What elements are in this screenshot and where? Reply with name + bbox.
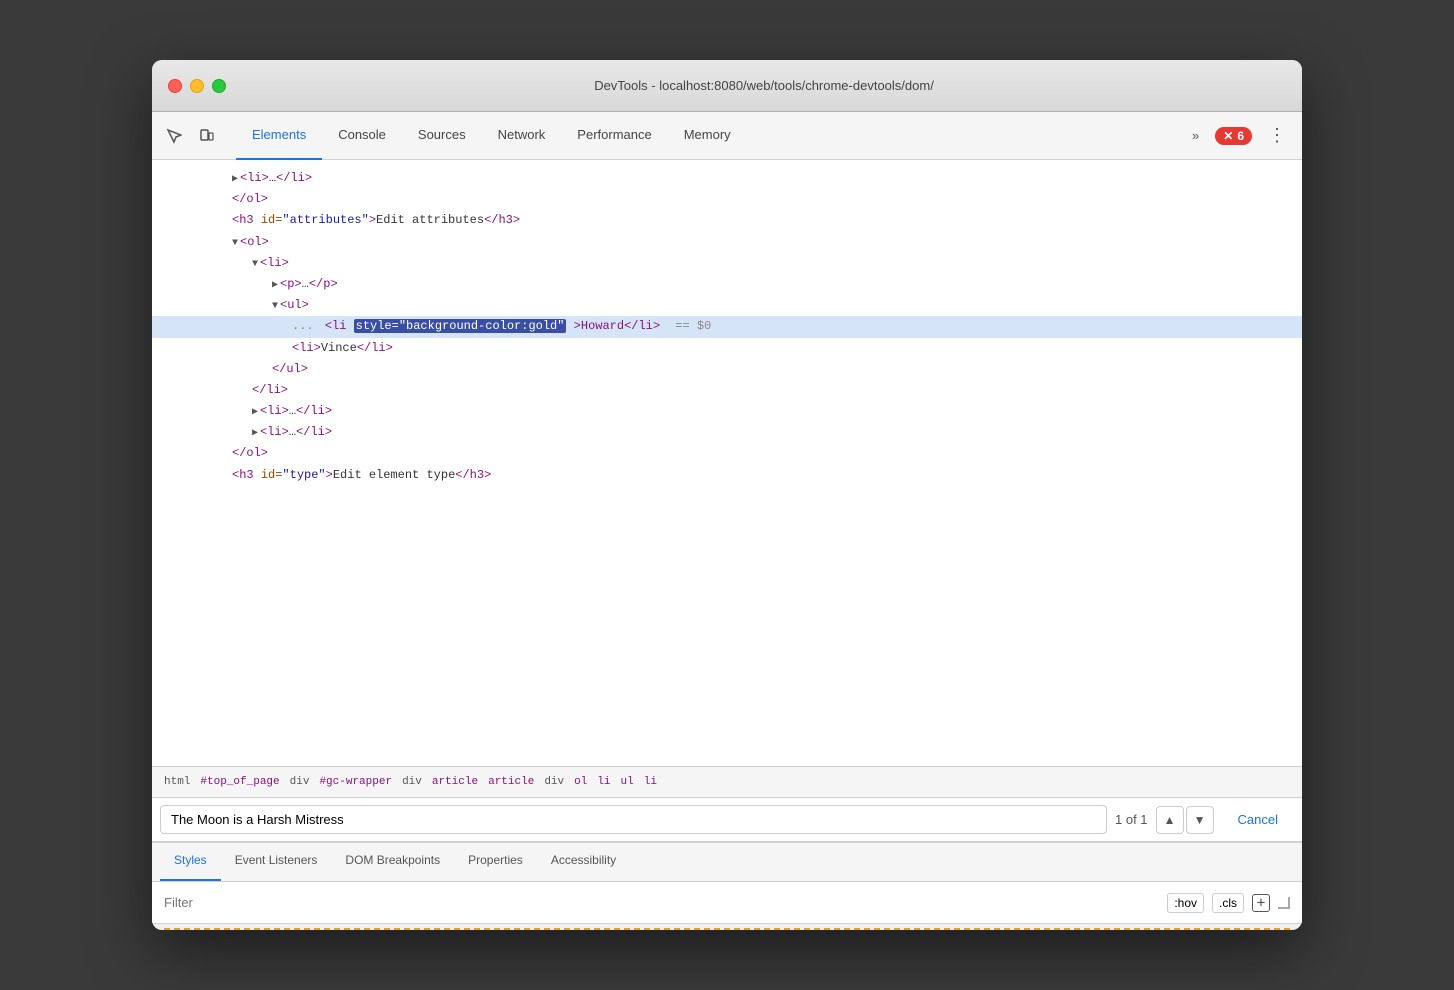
more-tabs-button[interactable]: »	[1184, 124, 1207, 147]
filter-bar: :hov .cls +	[152, 882, 1302, 924]
dom-line[interactable]: ▼<ul>	[152, 295, 1302, 316]
dom-line[interactable]: </li>	[152, 380, 1302, 401]
tab-accessibility[interactable]: Accessibility	[537, 841, 630, 881]
search-nav: ▲ ▼	[1156, 806, 1214, 834]
ellipsis-button[interactable]: ...	[292, 319, 314, 333]
inspect-element-button[interactable]	[160, 122, 188, 150]
tab-dom-breakpoints[interactable]: DOM Breakpoints	[331, 841, 454, 881]
dom-line[interactable]: ▼<li>	[152, 253, 1302, 274]
dom-line-selected[interactable]: ... <li style="background-color:gold" >H…	[152, 316, 1302, 337]
dom-line[interactable]: <li>Vince</li>	[152, 338, 1302, 359]
maximize-button[interactable]	[212, 79, 226, 93]
breadcrumb-top-of-page[interactable]: #top_of_page	[196, 774, 283, 790]
resize-handle[interactable]	[1278, 897, 1290, 909]
breadcrumb-article-1[interactable]: article	[428, 774, 482, 790]
breadcrumb-article-2[interactable]: article	[484, 774, 538, 790]
dom-line[interactable]: ▶<li>…</li>	[152, 168, 1302, 189]
breadcrumb-div-1[interactable]: div	[286, 774, 314, 790]
tab-console[interactable]: Console	[322, 112, 402, 160]
breadcrumb-div-3[interactable]: div	[540, 774, 568, 790]
search-bar: 1 of 1 ▲ ▼ Cancel	[152, 798, 1302, 842]
hov-button[interactable]: :hov	[1167, 893, 1204, 913]
filter-input[interactable]	[164, 895, 1159, 910]
add-style-button[interactable]: +	[1252, 894, 1270, 912]
tab-properties[interactable]: Properties	[454, 841, 537, 881]
breadcrumb-li-2[interactable]: li	[640, 774, 661, 790]
cls-button[interactable]: .cls	[1212, 893, 1244, 913]
breadcrumb-ul[interactable]: ul	[617, 774, 638, 790]
minimize-button[interactable]	[190, 79, 204, 93]
dom-line[interactable]: </ul>	[152, 359, 1302, 380]
filter-actions: :hov .cls +	[1167, 893, 1290, 913]
window-title: DevTools - localhost:8080/web/tools/chro…	[242, 78, 1286, 93]
breadcrumb-gc-wrapper[interactable]: #gc-wrapper	[315, 774, 396, 790]
tab-network[interactable]: Network	[482, 112, 562, 160]
close-button[interactable]	[168, 79, 182, 93]
bottom-tab-list: Styles Event Listeners DOM Breakpoints P…	[152, 842, 1302, 882]
tab-memory[interactable]: Memory	[668, 112, 747, 160]
dom-line[interactable]: </ol>	[152, 443, 1302, 464]
search-input[interactable]	[160, 805, 1107, 834]
search-next-button[interactable]: ▼	[1186, 806, 1214, 834]
search-prev-button[interactable]: ▲	[1156, 806, 1184, 834]
tab-event-listeners[interactable]: Event Listeners	[221, 841, 332, 881]
dom-line[interactable]: <h3 id="attributes">Edit attributes</h3>	[152, 210, 1302, 231]
tab-elements[interactable]: Elements	[236, 112, 322, 160]
breadcrumb-li[interactable]: li	[593, 774, 614, 790]
error-badge[interactable]: ✕ 6	[1215, 127, 1252, 145]
devtools-menu-button[interactable]: ⋮	[1260, 121, 1294, 150]
toolbar-icons	[160, 122, 220, 150]
dom-line[interactable]: ▶<li>…</li>	[152, 401, 1302, 422]
tab-styles[interactable]: Styles	[160, 841, 221, 881]
dom-line[interactable]: ▶<li>…</li>	[152, 422, 1302, 443]
error-count: 6	[1237, 129, 1244, 143]
dashed-border	[164, 924, 1290, 930]
toolbar: Elements Console Sources Network Perform…	[152, 112, 1302, 160]
device-toolbar-button[interactable]	[192, 122, 220, 150]
collapse-arrow: ▶	[232, 174, 238, 185]
breadcrumb: html #top_of_page div #gc-wrapper div ar…	[152, 766, 1302, 798]
tab-sources[interactable]: Sources	[402, 112, 482, 160]
dom-line[interactable]: <h3 id="type">Edit element type</h3>	[152, 465, 1302, 486]
dom-line[interactable]: ▶<p>…</p>	[152, 274, 1302, 295]
traffic-lights	[168, 79, 226, 93]
error-icon: ✕	[1223, 129, 1233, 143]
breadcrumb-html[interactable]: html	[160, 774, 194, 790]
bottom-panel: Styles Event Listeners DOM Breakpoints P…	[152, 842, 1302, 930]
toolbar-right: » ✕ 6 ⋮	[1184, 121, 1294, 150]
dom-panel: ▶<li>…</li> </ol> <h3 id="attributes">Ed…	[152, 160, 1302, 766]
dom-line[interactable]: ▼<ol>	[152, 232, 1302, 253]
tab-list: Elements Console Sources Network Perform…	[236, 112, 1184, 160]
tab-performance[interactable]: Performance	[561, 112, 667, 160]
breadcrumb-ol[interactable]: ol	[570, 774, 591, 790]
dom-line[interactable]: </ol>	[152, 189, 1302, 210]
search-count: 1 of 1	[1115, 812, 1148, 827]
search-cancel-button[interactable]: Cancel	[1222, 806, 1294, 833]
attribute-highlight: style="background-color:gold"	[354, 319, 567, 333]
breadcrumb-div-2[interactable]: div	[398, 774, 426, 790]
titlebar: DevTools - localhost:8080/web/tools/chro…	[152, 60, 1302, 112]
